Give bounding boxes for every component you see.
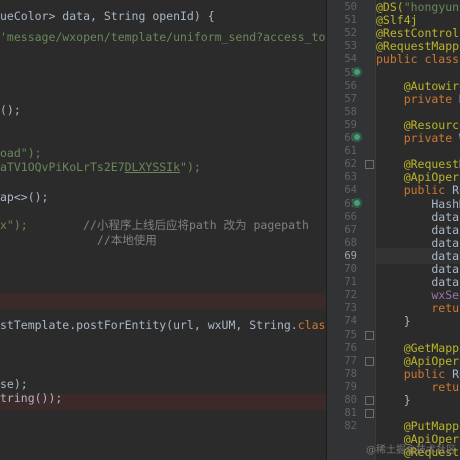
- right-code-area[interactable]: @DS("hongyun")@Slf4j@RestControlle@Reque…: [376, 0, 460, 460]
- bean-icon[interactable]: [352, 197, 362, 208]
- code-line[interactable]: ();: [0, 102, 326, 118]
- fold-marker-icon[interactable]: [365, 356, 374, 366]
- code-token: //小程序上线后应将path 改为: [27, 218, 254, 232]
- bean-icon[interactable]: [352, 66, 362, 77]
- code-line[interactable]: ap<>();: [0, 189, 326, 205]
- bean-icon[interactable]: [352, 132, 362, 142]
- code-token: //本地使用: [0, 233, 157, 247]
- line-highlight: [0, 293, 326, 309]
- editor-left-pane[interactable]: ueColor> data, String openId) { 'message/…: [0, 0, 326, 460]
- editor-right-pane[interactable]: 50 51 52 53 54 55 56 57 58 59 60 61 62 63 64 65 66 67 68 69…: [327, 0, 460, 460]
- code-line[interactable]: ueColor> data, String openId) {: [0, 8, 326, 24]
- code-token: aTV1OQvPiKoLrTs2E7: [0, 160, 125, 174]
- code-token: ();: [0, 103, 21, 117]
- code-line[interactable]: stTemplate.postForEntity(url, wxUM, Stri…: [0, 317, 326, 333]
- code-line[interactable]: aTV1OQvPiKoLrTs2E7DLXYSSIk");: [0, 159, 326, 175]
- fold-marker-icon[interactable]: [365, 160, 374, 170]
- code-token: pagepath: [253, 218, 309, 232]
- line-number: 82: [344, 420, 357, 433]
- code-token: ");: [180, 160, 201, 174]
- code-token: class: [297, 318, 326, 332]
- code-line[interactable]: x"); //小程序上线后应将path 改为 pagepath: [0, 217, 326, 233]
- code-token: ap<>();: [0, 190, 49, 204]
- code-token: DLXYSSIk: [124, 160, 181, 174]
- code-token: oad");: [0, 146, 42, 160]
- code-token: se);: [0, 377, 28, 391]
- line-number-gutter[interactable]: 50 51 52 53 54 55 56 57 58 59 60 61 62 63 64 65 66 67 68 69…: [327, 0, 376, 460]
- code-line[interactable]: 'message/wxopen/template/uniform_send?ac…: [0, 29, 326, 45]
- code-token: tring());: [0, 391, 63, 405]
- code-token: x");: [0, 218, 28, 232]
- fold-marker-icon[interactable]: [365, 330, 374, 340]
- watermark: @稀土掘金技术社区: [366, 445, 456, 456]
- code-token: ueColor> data, String openId) {: [0, 9, 215, 23]
- fold-marker-icon[interactable]: [365, 396, 374, 405]
- code-line[interactable]: tring());: [0, 390, 326, 406]
- fold-marker-icon[interactable]: [365, 409, 374, 419]
- code-line[interactable]: //本地使用: [0, 232, 326, 248]
- code-token: 'message/wxopen/template/uniform_send?ac…: [0, 30, 326, 44]
- code-token: stTemplate.postForEntity(url, wxUM, Stri…: [0, 318, 298, 332]
